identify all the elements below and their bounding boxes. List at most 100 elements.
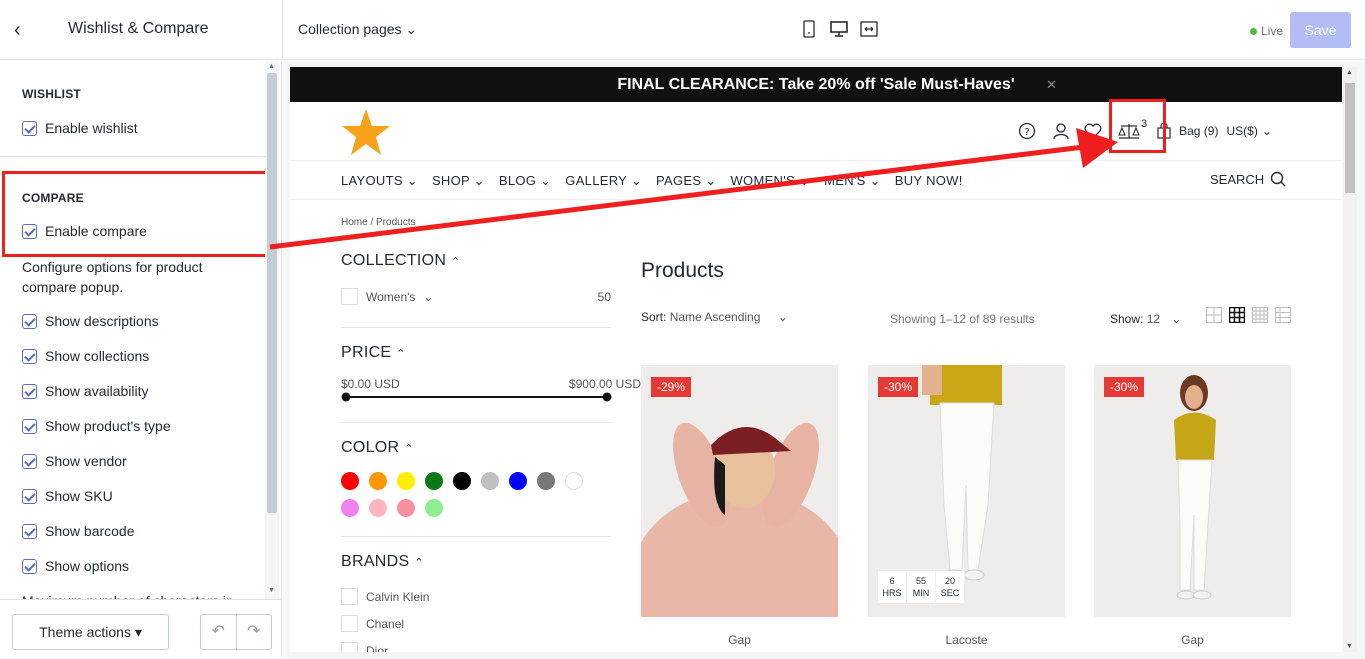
max-chars-label: Maximum number of characters in <box>22 591 252 599</box>
close-icon[interactable]: ✕ <box>1046 67 1057 102</box>
chevron-down-icon: ⌄ <box>1261 124 1272 138</box>
scrollbar-thumb[interactable] <box>1345 83 1355 193</box>
brand-label: Dior <box>366 643 389 653</box>
chevron-down-icon: ⌄ <box>423 289 434 304</box>
product-name[interactable]: Gap <box>641 633 838 647</box>
color-swatch[interactable] <box>369 472 387 490</box>
color-swatch[interactable] <box>425 499 443 517</box>
scrollbar-thumb[interactable] <box>267 73 277 513</box>
fullscreen-icon[interactable] <box>860 20 878 38</box>
price-range-slider[interactable] <box>341 391 613 403</box>
search-link[interactable]: SEARCH <box>1210 171 1286 187</box>
star-logo-icon[interactable] <box>340 107 392 159</box>
filter-checkbox[interactable] <box>341 588 358 605</box>
color-swatch[interactable] <box>397 472 415 490</box>
collection-filter-option[interactable]: Women's ⌄ 50 <box>341 288 611 305</box>
color-filter-title[interactable]: COLOR ⌃ <box>341 439 414 457</box>
color-swatch[interactable] <box>425 472 443 490</box>
grid-3-icon[interactable] <box>1229 307 1245 323</box>
section-title: Wishlist & Compare <box>68 20 209 37</box>
sort-selector[interactable]: Sort: Name Ascending ⌄ <box>641 310 788 324</box>
undo-icon[interactable]: ↶ <box>201 615 237 649</box>
slider-handle-max[interactable] <box>602 392 612 402</box>
option-checkbox[interactable]: Show product's type <box>22 418 171 434</box>
filter-checkbox[interactable] <box>341 288 358 305</box>
nav-item[interactable]: WOMEN'S ⌄ <box>730 173 810 189</box>
option-label: Show SKU <box>45 488 113 504</box>
color-swatch[interactable] <box>369 499 387 517</box>
bag-link[interactable]: Bag (9) <box>1179 124 1218 138</box>
scroll-up-icon[interactable]: ▲ <box>1346 69 1353 76</box>
option-checkbox[interactable]: Show options <box>22 558 129 574</box>
slider-handle-min[interactable] <box>341 392 351 402</box>
wishlist-heart-icon[interactable] <box>1084 122 1102 140</box>
brand-option[interactable]: Dior <box>341 642 388 652</box>
product-image[interactable] <box>641 365 838 617</box>
option-checkbox[interactable]: Show collections <box>22 348 149 364</box>
brands-filter-label: BRANDS <box>341 553 410 570</box>
grid-4-icon[interactable] <box>1252 307 1268 323</box>
timer-minutes: 55 MIN <box>907 571 936 603</box>
scroll-down-icon[interactable]: ▼ <box>268 587 276 595</box>
nav-item[interactable]: BUY NOW! <box>895 173 963 189</box>
discount-badge: -29% <box>651 377 691 397</box>
scroll-up-icon[interactable]: ▲ <box>268 63 276 71</box>
filter-checkbox[interactable] <box>341 615 358 632</box>
product-image[interactable] <box>1094 365 1291 617</box>
option-checkbox[interactable]: Show descriptions <box>22 313 159 329</box>
color-swatch[interactable] <box>397 499 415 517</box>
color-swatch[interactable] <box>341 499 359 517</box>
scroll-down-icon[interactable]: ▼ <box>1346 643 1353 650</box>
option-label: Show collections <box>45 348 150 364</box>
product-card[interactable]: -30% Gap <box>1094 365 1291 647</box>
breadcrumb[interactable]: Home / Products <box>341 217 415 228</box>
sidebar-scrollbar[interactable]: ▲ ▼ <box>265 61 279 599</box>
countdown-timer: 6 HRS 55 MIN 20 SEC <box>878 571 965 603</box>
nav-label: WOMEN'S <box>730 173 795 188</box>
page-selector[interactable]: Collection pages ⌄ <box>298 21 417 38</box>
nav-item[interactable]: PAGES ⌄ <box>656 173 716 189</box>
theme-actions-button[interactable]: Theme actions ▾ <box>12 614 169 650</box>
page-title: Products <box>641 259 724 282</box>
brand-option[interactable]: Chanel <box>341 615 404 632</box>
color-swatch[interactable] <box>481 472 499 490</box>
option-label: Show options <box>45 558 130 574</box>
nav-item[interactable]: GALLERY ⌄ <box>565 173 642 189</box>
save-button[interactable]: Save <box>1290 12 1351 48</box>
color-swatch[interactable] <box>341 472 359 490</box>
currency-selector[interactable]: US($) <box>1226 124 1257 138</box>
desktop-device-icon[interactable] <box>830 20 848 38</box>
collection-filter-title[interactable]: COLLECTION ⌃ <box>341 252 461 270</box>
nav-item[interactable]: MEN'S ⌄ <box>824 173 881 189</box>
nav-item[interactable]: BLOG ⌄ <box>499 173 551 189</box>
nav-item[interactable]: SHOP ⌄ <box>432 173 485 189</box>
product-name[interactable]: Gap <box>1094 633 1291 647</box>
nav-item[interactable]: LAYOUTS ⌄ <box>341 173 418 189</box>
brands-filter-title[interactable]: BRANDS ⌃ <box>341 553 424 571</box>
enable-wishlist-label: Enable wishlist <box>45 120 138 136</box>
color-swatch[interactable] <box>453 472 471 490</box>
grid-2-icon[interactable] <box>1206 307 1222 323</box>
color-swatch[interactable] <box>565 472 583 490</box>
option-checkbox[interactable]: Show vendor <box>22 453 127 469</box>
product-card[interactable]: -30% 6 HRS 55 MIN 20 SEC Lacoste <box>868 365 1065 647</box>
brand-option[interactable]: Calvin Klein <box>341 588 429 605</box>
list-layout-icon[interactable] <box>1275 307 1291 323</box>
filter-checkbox[interactable] <box>341 642 358 652</box>
enable-wishlist-checkbox[interactable]: Enable wishlist <box>22 120 138 136</box>
color-swatch[interactable] <box>509 472 527 490</box>
option-checkbox[interactable]: Show SKU <box>22 488 113 504</box>
account-icon[interactable] <box>1052 122 1070 140</box>
mobile-device-icon[interactable] <box>800 20 818 38</box>
show-per-page-selector[interactable]: Show: 12 ⌄ <box>1110 312 1181 326</box>
back-chevron-icon[interactable]: ‹ <box>14 20 30 40</box>
option-checkbox[interactable]: Show availability <box>22 383 149 399</box>
product-name[interactable]: Lacoste <box>868 633 1065 647</box>
help-icon[interactable]: ? <box>1018 122 1036 140</box>
redo-icon[interactable]: ↷ <box>237 615 272 649</box>
price-filter-title[interactable]: PRICE ⌃ <box>341 344 406 362</box>
product-card[interactable]: -29% Gap <box>641 365 838 647</box>
color-swatch[interactable] <box>537 472 555 490</box>
option-checkbox[interactable]: Show barcode <box>22 523 135 539</box>
preview-scrollbar[interactable]: ▲ ▼ <box>1343 67 1357 652</box>
